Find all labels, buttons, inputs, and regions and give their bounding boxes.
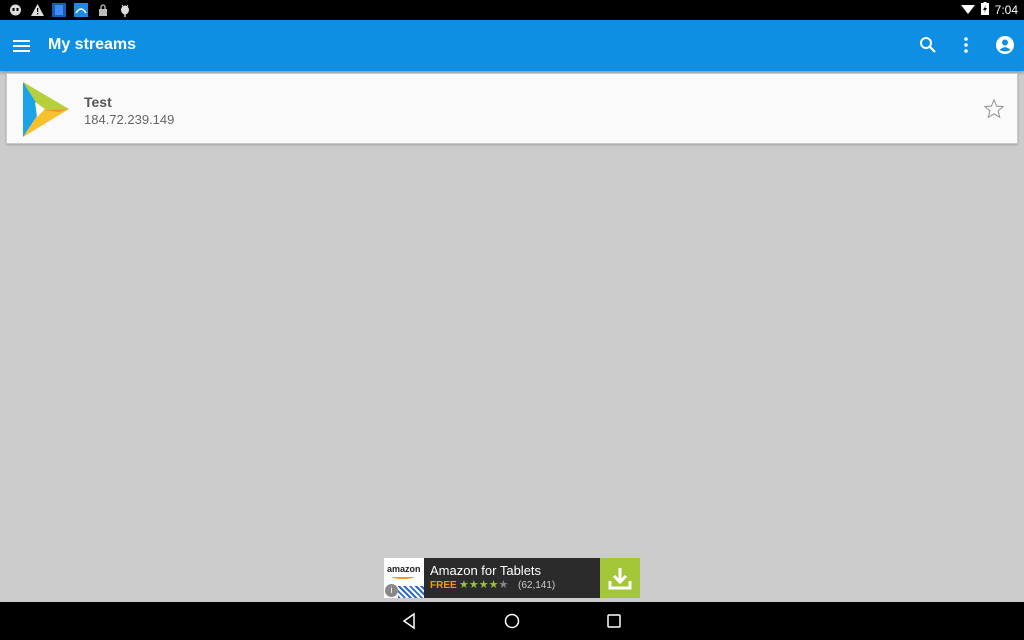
system-navigation-bar	[0, 602, 1024, 640]
account-circle-icon	[996, 36, 1014, 54]
ad-logo-pattern	[398, 586, 424, 598]
clock: 7:04	[994, 3, 1018, 17]
ad-title: Amazon for Tablets	[430, 563, 542, 578]
cloud-app-icon	[74, 3, 88, 17]
star-filled-icon: ★	[459, 579, 469, 591]
ad-rating-stars: ★★★★★	[459, 578, 508, 591]
star-filled-icon: ★	[478, 579, 489, 591]
amazon-smile-icon	[392, 575, 414, 579]
recents-icon[interactable]	[605, 612, 623, 630]
ad-download-button[interactable]	[600, 558, 640, 598]
account-button[interactable]	[994, 34, 1016, 56]
overflow-menu-button[interactable]	[955, 34, 977, 56]
home-icon[interactable]	[503, 612, 521, 630]
stream-list-item[interactable]: Test 184.72.239.149	[6, 73, 1018, 144]
download-icon	[608, 568, 632, 590]
stream-name: Test	[84, 94, 112, 110]
ad-price: FREE	[430, 580, 457, 591]
back-icon[interactable]	[401, 612, 419, 630]
android-debug-icon	[118, 3, 132, 17]
system-status: 7:04	[960, 0, 1018, 20]
status-bar: 7:04	[0, 0, 1024, 20]
ad-logo-text: amazon	[387, 564, 421, 574]
menu-button[interactable]	[12, 36, 32, 56]
blue-app-icon	[52, 3, 66, 17]
app-bar: My streams	[0, 20, 1024, 71]
stream-app-logo-icon	[23, 82, 69, 137]
ad-banner[interactable]: amazon i Amazon for Tablets FREE ★★★★★ (…	[384, 558, 640, 598]
lock-icon	[96, 3, 110, 17]
wifi-icon	[960, 3, 975, 17]
notification-icons	[8, 2, 132, 18]
page-title: My streams	[48, 36, 137, 53]
star-filled-icon: ★	[488, 579, 499, 591]
ad-app-logo: amazon i	[384, 558, 424, 598]
stream-address: 184.72.239.149	[84, 112, 175, 127]
battery-charging-icon	[980, 2, 989, 18]
search-button[interactable]	[917, 34, 939, 56]
star-filled-icon: ★	[468, 579, 479, 591]
warning-icon	[30, 3, 44, 17]
search-icon	[920, 37, 936, 53]
star-empty-icon: ★	[498, 579, 509, 591]
hamburger-menu-icon	[13, 40, 30, 52]
favorite-star-icon[interactable]	[983, 98, 1005, 120]
ad-info-icon[interactable]: i	[385, 584, 398, 597]
hangouts-icon	[8, 3, 22, 17]
ad-rating-count: (62,141)	[518, 580, 556, 591]
more-vert-icon	[964, 37, 968, 53]
